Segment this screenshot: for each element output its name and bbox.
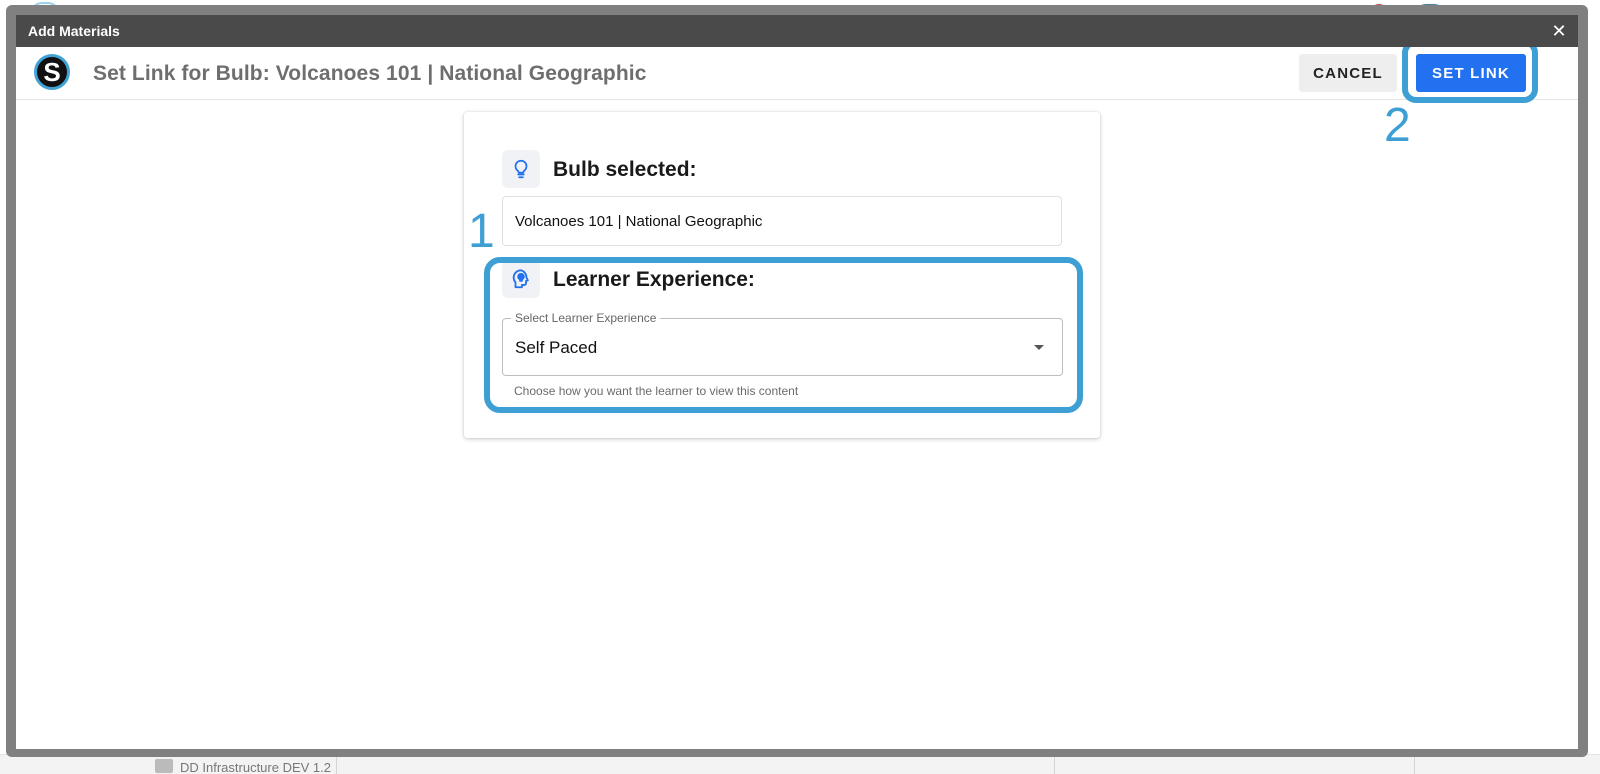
- set-link-button[interactable]: SET LINK: [1416, 54, 1526, 92]
- set-link-header: S Set Link for Bulb: Volcanoes 101 | Nat…: [16, 47, 1578, 103]
- learner-experience-select[interactable]: Select Learner Experience Self Paced: [502, 311, 1063, 376]
- row-expand-icon: [155, 759, 173, 773]
- bulb-selected-field: Volcanoes 101 | National Geographic: [502, 196, 1062, 246]
- modal-title: Add Materials: [28, 23, 120, 39]
- head-lightbulb-icon: [502, 260, 540, 298]
- bulb-selected-value: Volcanoes 101 | National Geographic: [515, 213, 763, 230]
- background-table-row: DD Infrastructure DEV 1.2: [0, 754, 1600, 774]
- chevron-down-icon[interactable]: [1034, 345, 1044, 350]
- column-divider: [1054, 755, 1055, 774]
- add-materials-modal: Add Materials ✕ S Set Link for Bulb: Vol…: [6, 5, 1588, 757]
- background-row-text: DD Infrastructure DEV 1.2: [180, 760, 331, 774]
- select-helper-text: Choose how you want the learner to view …: [514, 384, 799, 398]
- page-title: Set Link for Bulb: Volcanoes 101 | Natio…: [93, 62, 647, 85]
- provider-logo-icon: S: [34, 54, 70, 90]
- select-value: Self Paced: [515, 338, 598, 357]
- close-icon[interactable]: ✕: [1548, 20, 1570, 42]
- bulb-settings-card: Bulb selected: Volcanoes 101 | National …: [464, 112, 1100, 438]
- column-divider: [336, 755, 337, 774]
- select-label: Select Learner Experience: [511, 311, 661, 325]
- annotation-number-1: 1: [468, 205, 495, 258]
- column-divider: [1414, 755, 1415, 774]
- cancel-button[interactable]: CANCEL: [1299, 54, 1397, 92]
- modal-titlebar: Add Materials ✕: [16, 15, 1578, 47]
- bulb-selected-heading: Bulb selected:: [553, 158, 697, 181]
- lightbulb-icon: [502, 150, 540, 188]
- modal-content: S Set Link for Bulb: Volcanoes 101 | Nat…: [16, 47, 1578, 749]
- annotation-number-2: 2: [1384, 99, 1411, 152]
- learner-experience-heading: Learner Experience:: [553, 268, 755, 291]
